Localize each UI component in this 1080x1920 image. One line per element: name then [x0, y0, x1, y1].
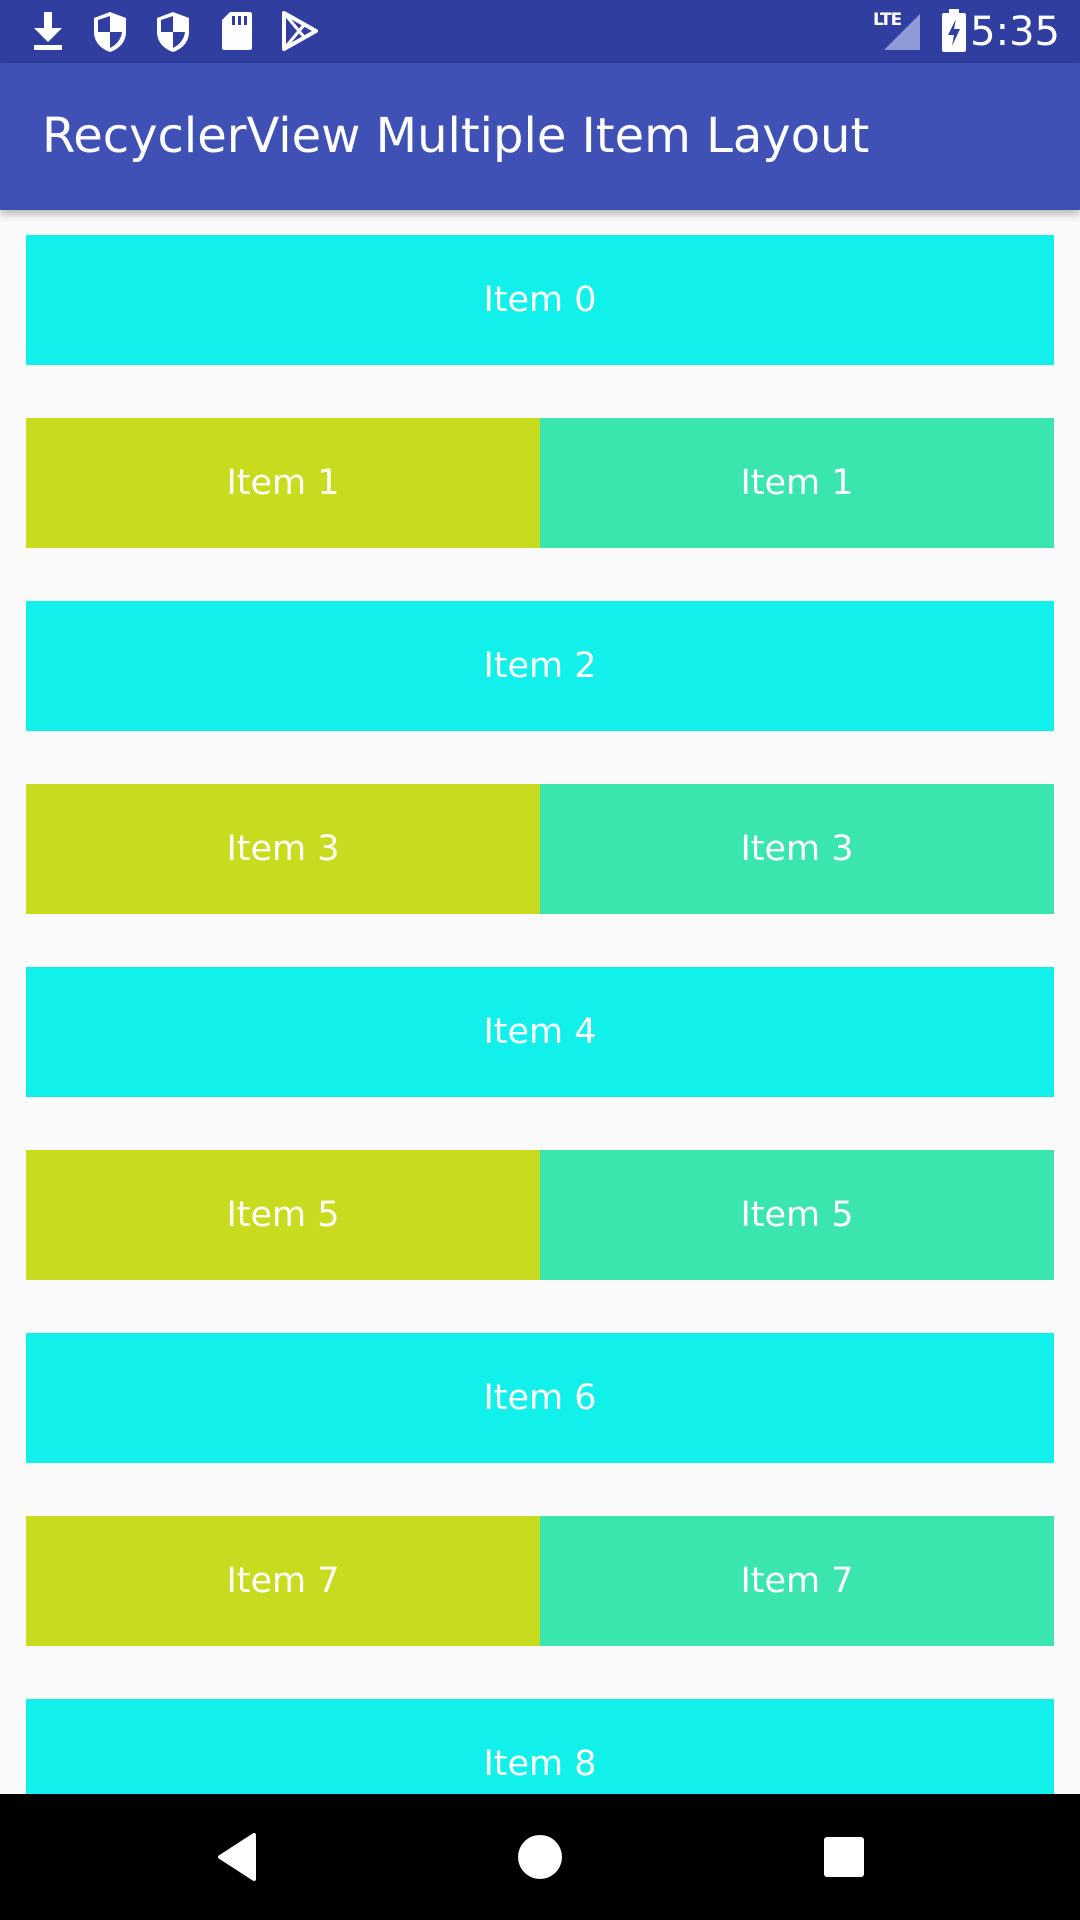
item-cell[interactable]: Item 4 [26, 967, 1054, 1097]
item-cell-right[interactable]: Item 7 [540, 1516, 1054, 1646]
home-icon[interactable] [510, 1827, 570, 1891]
item-cell-right[interactable]: Item 3 [540, 784, 1054, 914]
navigation-bar [0, 1794, 1080, 1920]
download-icon [28, 10, 68, 56]
list-item-double: Item 7 Item 7 [26, 1516, 1054, 1646]
item-cell-left[interactable]: Item 7 [26, 1516, 540, 1646]
list-item-double: Item 1 Item 1 [26, 418, 1054, 548]
item-cell-left[interactable]: Item 5 [26, 1150, 540, 1280]
signal-icon [882, 12, 922, 56]
recents-icon[interactable] [814, 1827, 874, 1891]
shield-icon [90, 10, 130, 58]
list-item-single[interactable]: Item 0 [26, 235, 1054, 365]
status-bar: LTE 5:35 [0, 0, 1080, 63]
battery-charging-icon [941, 9, 967, 57]
item-cell-left[interactable]: Item 1 [26, 418, 540, 548]
item-cell[interactable]: Item 0 [26, 235, 1054, 365]
list-item-single[interactable]: Item 6 [26, 1333, 1054, 1463]
list-item-single[interactable]: Item 2 [26, 601, 1054, 731]
item-cell[interactable]: Item 8 [26, 1699, 1054, 1794]
page-title: RecyclerView Multiple Item Layout [42, 108, 870, 164]
item-cell[interactable]: Item 2 [26, 601, 1054, 731]
clock: 5:35 [970, 9, 1060, 55]
sd-card-icon [220, 10, 254, 56]
item-cell-left[interactable]: Item 3 [26, 784, 540, 914]
shield-icon [153, 10, 193, 58]
item-cell-right[interactable]: Item 1 [540, 418, 1054, 548]
list-item-single[interactable]: Item 4 [26, 967, 1054, 1097]
play-store-icon [280, 10, 320, 56]
item-cell-right[interactable]: Item 5 [540, 1150, 1054, 1280]
list-item-double: Item 3 Item 3 [26, 784, 1054, 914]
list-item-double: Item 5 Item 5 [26, 1150, 1054, 1280]
list-item-single[interactable]: Item 8 [26, 1699, 1054, 1794]
item-cell[interactable]: Item 6 [26, 1333, 1054, 1463]
recycler-list[interactable]: Item 0 Item 1 Item 1 Item 2 Item 3 Item … [0, 210, 1080, 1794]
app-bar: RecyclerView Multiple Item Layout [0, 63, 1080, 210]
back-icon[interactable] [210, 1827, 270, 1891]
